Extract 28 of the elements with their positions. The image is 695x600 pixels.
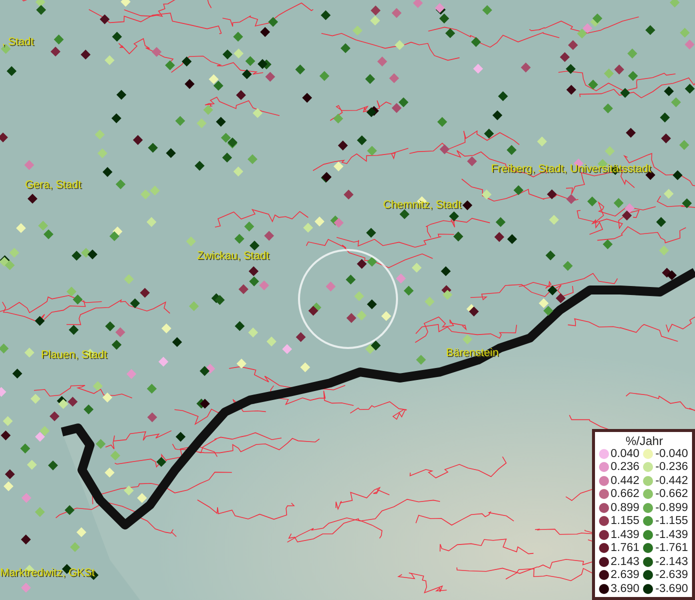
legend-value: 0.899 xyxy=(610,502,640,514)
legend-value: -0.442 xyxy=(655,474,688,487)
legend-value: 0.040 xyxy=(610,448,640,460)
legend-value: 2.143 xyxy=(610,556,640,568)
legend-value: -0.662 xyxy=(655,488,688,500)
place-label: Plauen, Stadt xyxy=(41,349,108,362)
place-label: Gera, Stadt xyxy=(25,179,82,192)
legend-value: -3.690 xyxy=(655,582,688,595)
legend-value: 3.690 xyxy=(610,582,640,595)
legend-value: 1.761 xyxy=(610,542,640,554)
legend-title: %/Jahr xyxy=(624,434,664,448)
legend-value: -2.639 xyxy=(655,569,688,582)
legend-value: 0.236 xyxy=(610,461,640,474)
place-label: Chemnitz, Stadt xyxy=(383,199,462,212)
legend-value: -1.761 xyxy=(655,542,688,554)
legend-value: 1.439 xyxy=(610,528,640,541)
legend-value: 2.639 xyxy=(610,569,640,582)
legend-value: 0.662 xyxy=(610,488,640,500)
legend-value: -0.899 xyxy=(655,502,688,514)
legend-value: -0.040 xyxy=(655,448,688,460)
legend-value: 0.442 xyxy=(610,474,640,487)
legend-value: -1.439 xyxy=(655,528,688,541)
legend-value: 1.155 xyxy=(610,515,640,528)
legend-value: -1.155 xyxy=(655,515,688,528)
legend-value: -2.143 xyxy=(655,556,688,568)
place-label: Zwickau, Stadt xyxy=(197,250,270,263)
place-label: , Stadt xyxy=(2,36,34,49)
legend-value: -0.236 xyxy=(655,461,688,474)
